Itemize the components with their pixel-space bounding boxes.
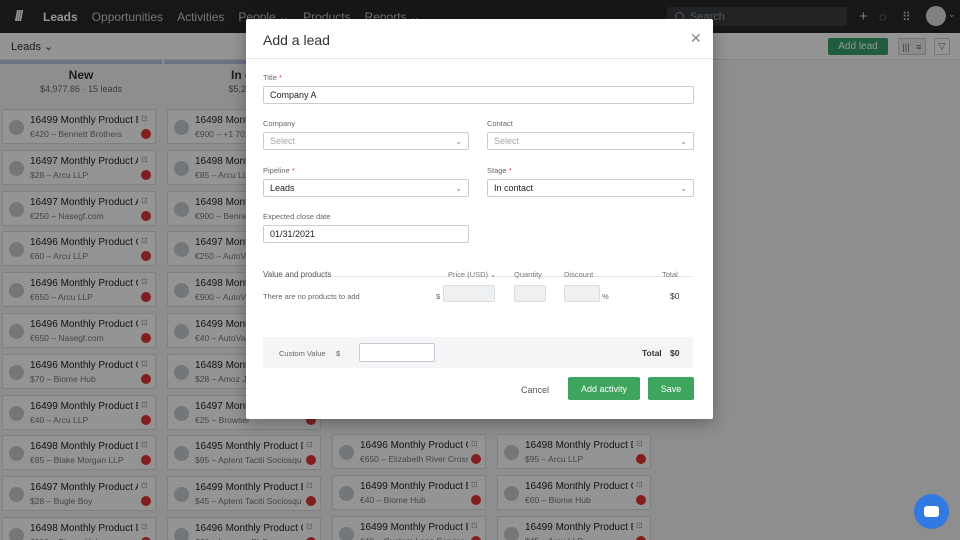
cancel-button[interactable]: Cancel — [521, 385, 549, 395]
currency-symbol: $ — [436, 292, 441, 301]
add-lead-modal: Add a lead ✕ Title * Company A Company S… — [246, 19, 713, 419]
close-date-field[interactable]: 01/31/2021 — [263, 225, 469, 243]
modal-header: Add a lead ✕ — [246, 19, 713, 59]
currency-symbol: $ — [336, 349, 341, 358]
no-products-text: There are no products to add — [263, 292, 360, 301]
pipeline-select[interactable]: Leads ⌄ — [263, 179, 469, 197]
value-products-heading: Value and products — [263, 270, 332, 279]
title-field[interactable]: Company A — [263, 86, 694, 104]
price-input — [443, 285, 495, 302]
pipeline-label: Pipeline * — [263, 166, 295, 175]
contact-select[interactable]: Select ⌄ — [487, 132, 694, 150]
price-currency-dropdown[interactable]: Price (USD) ⌄ — [448, 270, 496, 279]
chevron-down-icon: ⌄ — [680, 184, 687, 193]
stage-select[interactable]: In contact ⌄ — [487, 179, 694, 197]
quantity-input — [514, 285, 546, 302]
save-button[interactable]: Save — [648, 377, 694, 400]
chevron-down-icon: ⌄ — [455, 137, 462, 146]
row-total: $0 — [670, 291, 680, 301]
chevron-down-icon: ⌄ — [680, 137, 687, 146]
contact-label: Contact — [487, 119, 513, 128]
close-icon[interactable]: ✕ — [690, 30, 702, 47]
percent-symbol: % — [602, 292, 609, 301]
company-label: Company — [263, 119, 296, 128]
stage-label: Stage * — [487, 166, 512, 175]
company-select[interactable]: Select ⌄ — [263, 132, 469, 150]
summary-total-label: Total — [642, 348, 662, 358]
discount-input — [564, 285, 600, 302]
close-date-label: Expected close date — [263, 212, 331, 221]
quantity-heading: Quantity — [514, 270, 542, 279]
total-heading: Total — [662, 270, 678, 279]
custom-value-input[interactable] — [359, 343, 435, 362]
summary-box: Custom Value $ Total $0 — [263, 337, 693, 368]
chat-button[interactable] — [914, 494, 949, 529]
discount-heading: Discount — [564, 270, 594, 279]
chevron-down-icon: ⌄ — [455, 184, 462, 193]
chat-icon — [924, 506, 939, 517]
custom-value-label: Custom Value — [279, 349, 326, 358]
add-activity-button[interactable]: Add activity — [568, 377, 640, 400]
summary-total-value: $0 — [670, 348, 680, 358]
modal-title: Add a lead — [263, 32, 330, 48]
title-label: Title * — [263, 73, 282, 82]
